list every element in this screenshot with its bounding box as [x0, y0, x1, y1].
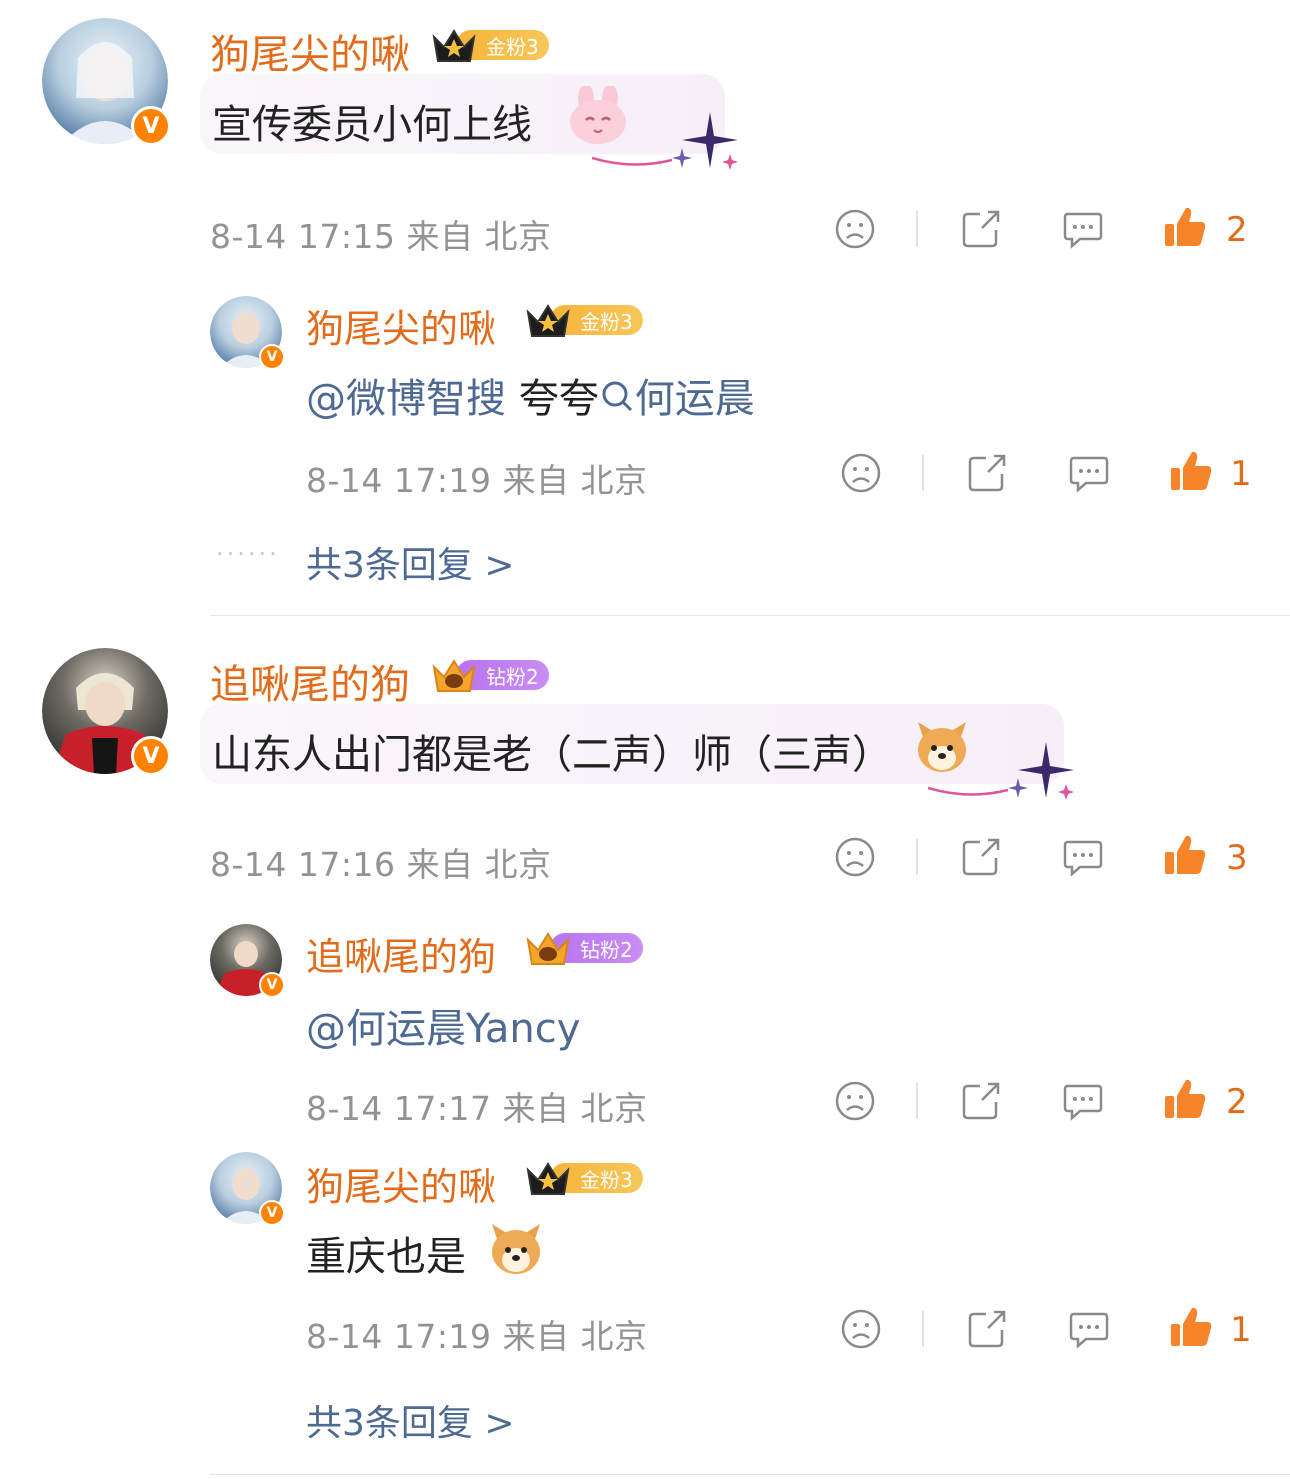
like-count: 1 — [1230, 454, 1252, 494]
mention-link[interactable]: @何运晨Yancy — [306, 996, 580, 1054]
comment-divider — [210, 1474, 1290, 1475]
like-icon[interactable] — [1168, 448, 1214, 494]
comment-icon[interactable] — [1068, 452, 1110, 494]
verified-icon: V — [259, 972, 285, 998]
comment-item: V 狗尾尖的啾 金粉3 宣传委员小何上线 8-14 17:15 来自 北京 2 … — [0, 0, 1290, 610]
reply-text-mid: 夸夸 — [518, 376, 599, 422]
divider — [922, 455, 924, 491]
divider — [922, 1311, 924, 1347]
fan-badge[interactable]: 钻粉2 — [524, 930, 643, 966]
crown-icon — [432, 29, 476, 62]
divider — [916, 1083, 918, 1119]
like-count: 3 — [1226, 838, 1248, 878]
reply-meta: 8-14 17:19 来自 北京 — [306, 1317, 648, 1356]
dislike-icon[interactable] — [840, 1308, 882, 1350]
username[interactable]: 追啾尾的狗 — [210, 652, 410, 710]
dislike-icon[interactable] — [834, 208, 876, 250]
username[interactable]: 狗尾尖的啾 — [306, 1156, 496, 1211]
share-icon[interactable] — [960, 836, 1002, 878]
comment-icon[interactable] — [1068, 1308, 1110, 1350]
reply-thread-dots: ······ — [216, 540, 280, 568]
fan-badge[interactable]: 金粉3 — [524, 1160, 643, 1196]
crown-icon — [526, 1162, 570, 1195]
dislike-icon[interactable] — [834, 1080, 876, 1122]
fan-badge[interactable]: 金粉3 — [524, 302, 643, 338]
view-more-replies[interactable]: 共3条回复 > — [306, 536, 515, 588]
comment-meta: 8-14 17:15 来自 北京 — [210, 217, 552, 256]
view-more-replies[interactable]: 共3条回复 > — [306, 1394, 515, 1446]
username[interactable]: 狗尾尖的啾 — [210, 22, 410, 80]
like-icon[interactable] — [1162, 1076, 1208, 1122]
comment-text: 山东人出门都是老（二声）师（三声） — [212, 732, 892, 778]
dislike-icon[interactable] — [840, 452, 882, 494]
crown-icon — [526, 304, 570, 337]
reply-meta: 8-14 17:17 来自 北京 — [306, 1089, 648, 1128]
comment-divider — [210, 615, 1290, 616]
like-count: 2 — [1226, 1082, 1248, 1122]
comment-icon[interactable] — [1062, 208, 1104, 250]
crown-icon — [432, 659, 476, 692]
share-icon[interactable] — [966, 452, 1008, 494]
dislike-icon[interactable] — [834, 836, 876, 878]
sparkle-decoration — [592, 112, 738, 170]
verified-icon: V — [259, 1200, 285, 1226]
reply-text: 重庆也是 — [306, 1234, 466, 1280]
like-icon[interactable] — [1162, 204, 1208, 250]
search-link[interactable]: 何运晨 — [635, 376, 755, 422]
comment-icon[interactable] — [1062, 836, 1104, 878]
like-count: 2 — [1226, 210, 1248, 250]
comment-text: 宣传委员小何上线 — [212, 102, 532, 148]
dog-emoji — [492, 1224, 540, 1274]
crown-icon — [526, 932, 570, 965]
verified-icon: V — [131, 736, 171, 776]
reply-meta: 8-14 17:19 来自 北京 — [306, 461, 648, 500]
comment-meta: 8-14 17:16 来自 北京 — [210, 845, 552, 884]
like-count: 1 — [1230, 1310, 1252, 1350]
verified-icon: V — [131, 106, 171, 146]
mention-link[interactable]: @微博智搜 — [306, 376, 506, 422]
fan-badge[interactable]: 钻粉2 — [430, 657, 549, 693]
verified-icon: V — [259, 344, 285, 370]
divider — [916, 211, 918, 247]
comment-icon[interactable] — [1062, 1080, 1104, 1122]
reply-text: @微博智搜 夸夸 何运晨 — [306, 366, 755, 424]
like-icon[interactable] — [1162, 832, 1208, 878]
like-icon[interactable] — [1168, 1304, 1214, 1350]
comment-item: V 追啾尾的狗 钻粉2 山东人出门都是老（二声）师（三声） 8-14 17:16… — [0, 620, 1290, 1475]
fan-badge[interactable]: 金粉3 — [430, 27, 549, 63]
sparkle-decoration — [928, 742, 1074, 800]
share-icon[interactable] — [966, 1308, 1008, 1350]
username[interactable]: 狗尾尖的啾 — [306, 298, 496, 353]
share-icon[interactable] — [960, 208, 1002, 250]
divider — [916, 839, 918, 875]
share-icon[interactable] — [960, 1080, 1002, 1122]
search-icon — [602, 381, 632, 412]
username[interactable]: 追啾尾的狗 — [306, 926, 496, 981]
